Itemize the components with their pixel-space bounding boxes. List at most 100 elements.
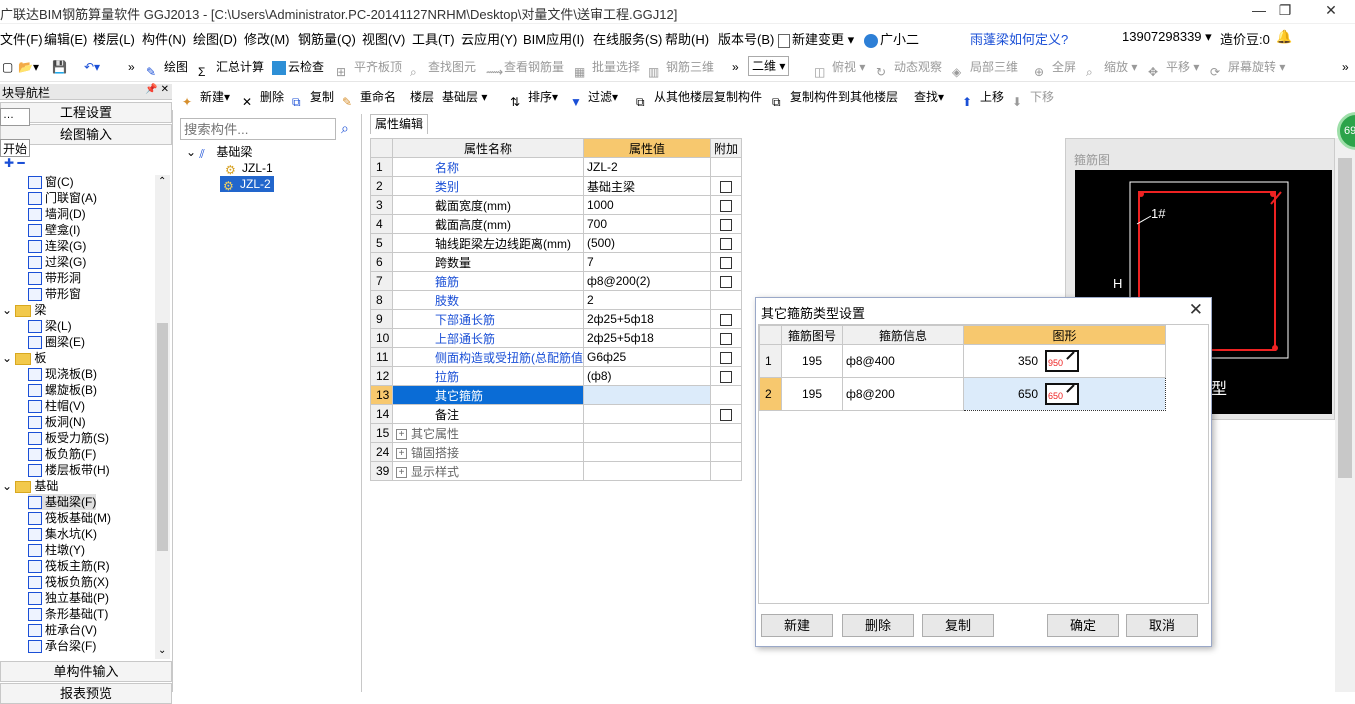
property-row[interactable]: 12 拉筋 (ф8) [370,366,742,386]
batch-select-button[interactable]: ▦ 批量选择 [574,56,640,79]
menu-file[interactable]: 文件(F) [0,29,43,48]
rebar-3d-button[interactable]: ▥ 钢筋三维 [648,56,714,79]
tree-item[interactable]: 柱墩(Y) [28,542,85,558]
property-row[interactable]: 11 侧面构造或受扭筋(总配筋值) G6ф25 [370,347,742,367]
new-component-button[interactable]: ✦ 新建▾ [182,86,230,109]
menu-help[interactable]: 帮助(H) [665,29,709,48]
tree-item[interactable]: 窗(C) [28,174,74,190]
collapse-chevron-icon[interactable]: ⌄ [2,303,15,317]
tree-folder[interactable]: ⌄ 基础 [2,478,58,494]
dialog-copy-button[interactable]: 复制 [922,614,994,637]
collapse-chevron-icon[interactable]: ⌄ [186,145,196,159]
fullscreen-button[interactable]: ⊕ 全屏 [1034,56,1076,79]
property-value[interactable] [583,404,711,424]
scroll-down-icon[interactable]: ⌄ [158,645,166,656]
stirrup-shape-cell[interactable]: 350 950 [963,344,1166,378]
menu-version[interactable]: 版本号(B) [718,29,774,48]
copy-component-button[interactable]: ⧉ 复制 [292,86,334,109]
move-down-button[interactable]: ⬇ 下移 [1012,86,1054,109]
sort-button[interactable]: ⇅ 排序▾ [510,86,558,109]
draw-button[interactable]: ✎ 绘图 [146,56,188,79]
tree-item[interactable]: 螺旋板(B) [28,382,97,398]
menu-rebar[interactable]: 钢筋量(Q) [298,29,356,48]
extra-checkbox[interactable] [720,332,732,345]
property-row[interactable]: 8 肢数 2 [370,290,742,310]
property-value[interactable]: 2ф25+5ф18 [583,328,711,348]
property-value[interactable]: (ф8) [583,366,711,386]
tree-item[interactable]: 筏板负筋(X) [28,574,109,590]
property-value[interactable]: JZL-2 [583,157,711,177]
menu-bim[interactable]: BIM应用(I) [523,29,584,48]
collapse-chevron-icon[interactable]: ⌄ [2,351,15,365]
summary-calc-button[interactable]: Σ 汇总计算 [198,56,264,79]
top-view-button[interactable]: ◫ 俯视 ▾ [814,56,865,79]
single-component-button[interactable]: 单构件输入 [0,661,172,682]
mini-box[interactable]: … [0,108,30,126]
tree-item[interactable]: 承台梁(F) [28,638,96,654]
start-tab[interactable]: 开始 [0,139,30,157]
screen-rotate-button[interactable]: ⟳ 屏幕旋转 ▾ [1210,56,1285,79]
property-row[interactable]: 1 名称 JZL-2 [370,157,742,177]
tree-item[interactable]: 桩承台(V) [28,622,97,638]
stirrup-row[interactable]: 2 195 ф8@200 650 650 [759,377,1166,411]
property-value[interactable]: 2ф25+5ф18 [583,309,711,329]
pin-icon[interactable]: 📌 ✕ [145,84,169,95]
tree-item[interactable]: 梁(L) [28,318,72,334]
menu-view[interactable]: 视图(V) [362,29,405,48]
property-value[interactable] [583,423,711,443]
tree-item[interactable]: 基础梁(F) [28,494,97,510]
menu-online[interactable]: 在线服务(S) [593,29,662,48]
tree-item[interactable]: 独立基础(P) [28,590,109,606]
menu-floor[interactable]: 楼层(L) [93,29,135,48]
property-value[interactable]: G6ф25 [583,347,711,367]
tree-folder[interactable]: ⌄ 板 [2,350,46,366]
property-row[interactable]: 2 类别 基础主梁 [370,176,742,196]
restore-button[interactable]: ❐ [1270,2,1300,22]
property-row[interactable]: 13 其它箍筋 [370,385,742,405]
floor-select[interactable]: 基础层 ▾ [442,86,487,108]
expand-collapse-icon[interactable]: ✚ ━ [4,156,25,170]
guangxiaoer-menu[interactable]: 广小二 [864,29,919,48]
search-icon[interactable]: ⌕ [341,120,349,137]
tree-root-foundation-beam[interactable]: ⌄ ⫽ 基础梁 [186,144,252,161]
more-chevron-icon-2[interactable]: » [732,56,739,78]
copy-to-floor-button[interactable]: ⧉ 复制构件到其他楼层 [772,86,898,109]
tree-item[interactable]: 带形窗 [28,286,81,302]
menu-edit[interactable]: 编辑(E) [44,29,87,48]
tree-item-jzl-1[interactable]: ⚙ JZL-1 [222,160,276,177]
dialog-cancel-button[interactable]: 取消 [1126,614,1198,637]
property-row[interactable]: 3 截面宽度(mm) 1000 [370,195,742,215]
find-button[interactable]: 查找▾ [914,86,944,108]
tab-property-edit[interactable]: 属性编辑 [370,114,429,134]
move-up-button[interactable]: ⬆ 上移 [962,86,1004,109]
tree-item[interactable]: 带形洞 [28,270,81,286]
scroll-up-icon[interactable]: ⌃ [158,176,166,187]
new-file-icon[interactable]: ▢ [2,56,13,78]
stirrup-code[interactable]: 195 [781,344,843,378]
extra-checkbox[interactable] [720,256,732,269]
dialog-ok-button[interactable]: 确定 [1047,614,1119,637]
tree-item[interactable]: 壁龛(I) [28,222,80,238]
filter-button[interactable]: ▼ 过滤▾ [570,86,618,109]
property-value[interactable]: 700 [583,214,711,234]
extra-checkbox[interactable] [720,408,732,421]
stirrup-shape-cell[interactable]: 650 650 [963,377,1166,411]
property-value[interactable]: 基础主梁 [583,176,711,196]
tree-item[interactable]: 板受力筋(S) [28,430,109,446]
property-row[interactable]: 7 箍筋 ф8@200(2) [370,271,742,291]
property-value[interactable] [583,461,711,481]
close-window-button[interactable]: ✕ [1316,2,1346,22]
right-scroll-thumb[interactable] [1338,158,1352,478]
tree-item[interactable]: 筏板主筋(R) [28,558,110,574]
save-icon[interactable]: 💾 [52,56,67,78]
open-folder-icon[interactable]: 📂▾ [18,56,39,78]
tree-item[interactable]: 过梁(G) [28,254,86,270]
view-mode-select[interactable]: 二维 ▾ [748,56,790,76]
property-value[interactable]: 7 [583,252,711,272]
menu-tools[interactable]: 工具(T) [412,29,455,48]
component-search-input[interactable] [180,118,336,140]
extra-checkbox[interactable] [720,180,732,193]
account-menu[interactable]: 13907298339 ▾ [1122,29,1212,45]
expand-plus-icon[interactable]: + [396,447,407,459]
tree-item[interactable]: 现浇板(B) [28,366,97,382]
